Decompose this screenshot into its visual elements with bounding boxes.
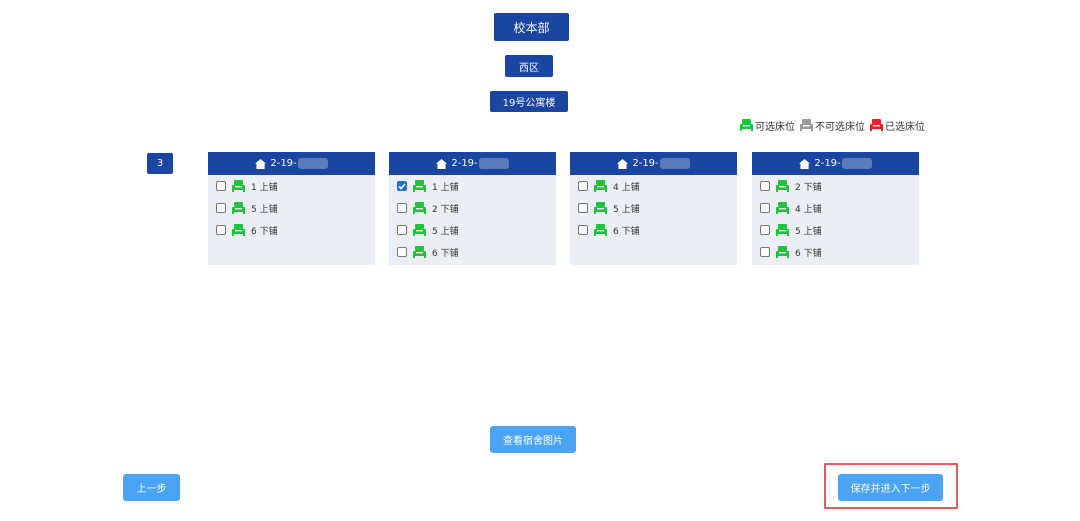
bed-available-icon <box>232 180 245 192</box>
bed-label: 5 上铺 <box>432 226 459 237</box>
bed-checkbox[interactable] <box>216 225 226 235</box>
bed-option[interactable]: 6 下铺 <box>208 219 375 241</box>
bed-option[interactable]: 4 上铺 <box>570 175 737 197</box>
bed-available-icon <box>413 180 426 192</box>
bed-available-icon <box>776 224 789 236</box>
room-name: 2-19- <box>270 158 297 169</box>
bed-checkbox[interactable] <box>397 225 407 235</box>
room-header: 2-19- <box>208 152 375 175</box>
floor-badge: 3 <box>147 153 173 174</box>
area-button[interactable]: 西区 <box>505 55 553 77</box>
room-name: 2-19- <box>632 158 659 169</box>
redaction-mask <box>478 158 509 169</box>
bed-label: 2 下铺 <box>432 204 459 215</box>
bed-checkbox[interactable] <box>578 181 588 191</box>
bed-available-icon <box>776 180 789 192</box>
bed-option[interactable]: 6 下铺 <box>752 241 919 263</box>
bed-checkbox[interactable] <box>578 225 588 235</box>
bed-option[interactable]: 1 上铺 <box>389 175 556 197</box>
bed-selected-icon <box>870 119 883 131</box>
bed-label: 6 下铺 <box>795 248 822 259</box>
bed-label: 5 上铺 <box>251 204 278 215</box>
legend-unavailable: 不可选床位 <box>800 118 865 133</box>
bed-checkbox[interactable] <box>760 203 770 213</box>
bed-checkbox[interactable] <box>397 247 407 257</box>
bed-option[interactable]: 5 上铺 <box>570 197 737 219</box>
room-name: 2-19- <box>451 158 478 169</box>
bed-checkbox[interactable] <box>397 203 407 213</box>
room-card: 2-19- 4 上铺 5 上铺 6 下铺 <box>570 152 737 265</box>
legend-selected: 已选床位 <box>870 118 925 133</box>
bed-option[interactable]: 5 上铺 <box>208 197 375 219</box>
bed-checkbox[interactable] <box>578 203 588 213</box>
bed-checkbox[interactable] <box>216 181 226 191</box>
bed-option[interactable]: 6 下铺 <box>389 241 556 263</box>
room-card: 2-19- 1 上铺 5 上铺 6 下铺 <box>208 152 375 265</box>
bed-available-icon <box>232 224 245 236</box>
room-header: 2-19- <box>389 152 556 175</box>
campus-button[interactable]: 校本部 <box>494 13 569 41</box>
bed-checkbox[interactable] <box>760 225 770 235</box>
bed-label: 6 下铺 <box>251 226 278 237</box>
bed-label: 1 上铺 <box>251 182 278 193</box>
legend-selected-label: 已选床位 <box>885 121 925 133</box>
bed-label: 4 上铺 <box>613 182 640 193</box>
bed-option[interactable]: 5 上铺 <box>752 219 919 241</box>
legend-unavailable-label: 不可选床位 <box>815 121 865 133</box>
bed-label: 6 下铺 <box>613 226 640 237</box>
bed-available-icon <box>232 202 245 214</box>
bed-label: 5 上铺 <box>795 226 822 237</box>
room-header: 2-19- <box>570 152 737 175</box>
legend-available: 可选床位 <box>740 118 795 133</box>
bed-checkbox[interactable] <box>760 247 770 257</box>
bed-checkbox[interactable] <box>216 203 226 213</box>
home-icon <box>799 158 811 169</box>
bed-label: 1 上铺 <box>432 182 459 193</box>
bed-option[interactable]: 5 上铺 <box>389 219 556 241</box>
previous-step-button[interactable]: 上一步 <box>123 474 180 501</box>
building-button[interactable]: 19号公寓楼 <box>490 91 568 112</box>
bed-available-icon <box>776 202 789 214</box>
redaction-mask <box>841 158 872 169</box>
view-dorm-photos-button[interactable]: 查看宿舍图片 <box>490 426 576 453</box>
bed-option[interactable]: 6 下铺 <box>570 219 737 241</box>
bed-label: 5 上铺 <box>613 204 640 215</box>
bed-option[interactable]: 1 上铺 <box>208 175 375 197</box>
bed-available-icon <box>413 202 426 214</box>
room-card: 2-19- 2 下铺 4 上铺 5 上铺 6 下铺 <box>752 152 919 265</box>
redaction-mask <box>659 158 690 169</box>
home-icon <box>255 158 267 169</box>
bed-available-icon <box>740 119 753 131</box>
save-and-next-button[interactable]: 保存并进入下一步 <box>838 474 943 501</box>
bed-option[interactable]: 2 下铺 <box>752 175 919 197</box>
bed-legend: 可选床位 不可选床位 已选床位 <box>740 118 925 133</box>
bed-option[interactable]: 2 下铺 <box>389 197 556 219</box>
room-card: 2-19- 1 上铺 2 下铺 5 上铺 6 下铺 <box>389 152 556 265</box>
room-header: 2-19- <box>752 152 919 175</box>
bed-unavailable-icon <box>800 119 813 131</box>
home-icon <box>617 158 629 169</box>
bed-available-icon <box>413 246 426 258</box>
bed-label: 2 下铺 <box>795 182 822 193</box>
bed-available-icon <box>594 224 607 236</box>
bed-available-icon <box>776 246 789 258</box>
redaction-mask <box>297 158 328 169</box>
bed-option[interactable]: 4 上铺 <box>752 197 919 219</box>
bed-checkbox[interactable] <box>760 181 770 191</box>
bed-label: 4 上铺 <box>795 204 822 215</box>
room-name: 2-19- <box>814 158 841 169</box>
bed-checkbox[interactable] <box>397 181 407 191</box>
legend-available-label: 可选床位 <box>755 121 795 133</box>
bed-label: 6 下铺 <box>432 248 459 259</box>
home-icon <box>436 158 448 169</box>
bed-available-icon <box>413 224 426 236</box>
bed-available-icon <box>594 202 607 214</box>
bed-available-icon <box>594 180 607 192</box>
